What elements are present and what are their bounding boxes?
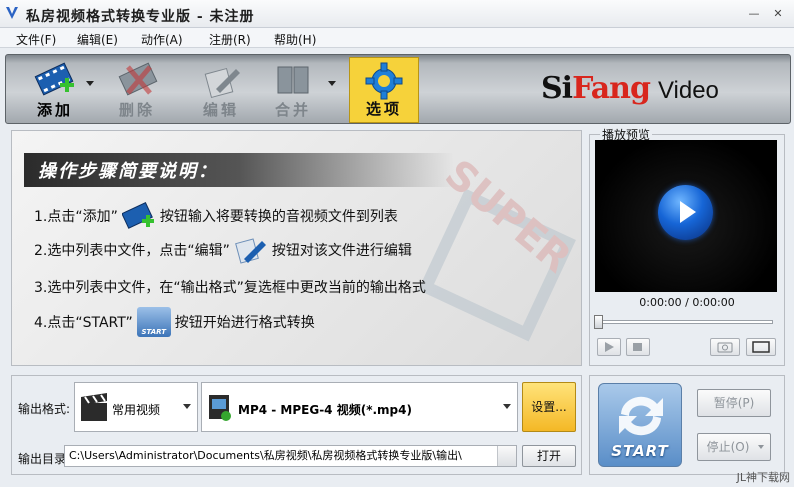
start-label: START <box>611 442 669 460</box>
corner-watermark: JL神下载网 <box>736 471 790 484</box>
open-dir-button[interactable]: 打开 <box>522 445 576 467</box>
step-3-text: 3.选中列表中文件，在“输出格式”复选框中更改当前的输出格式 <box>34 280 426 296</box>
step-1-text-a: 1.点击“添加” <box>34 209 118 225</box>
step-4: 4.点击“START” START 按钮开始进行格式转换 <box>34 307 315 337</box>
stop-preview-button[interactable] <box>626 338 650 356</box>
menu-edit[interactable]: 编辑(E) <box>77 31 118 48</box>
delete-label: 删除 <box>118 101 155 119</box>
menu-file[interactable]: 文件(F) <box>16 31 56 48</box>
pause-button[interactable]: 暂停(P) <box>697 389 771 417</box>
edit-pen-icon <box>204 67 240 99</box>
menu-bar: 文件(F) 编辑(E) 动作(A) 注册(R) 帮助(H) <box>0 28 794 48</box>
mp4-file-icon <box>209 395 231 421</box>
close-button[interactable]: ✕ <box>768 6 788 22</box>
video-screen[interactable] <box>595 140 777 292</box>
start-small-icon: START <box>136 307 171 337</box>
play-button[interactable] <box>597 338 621 356</box>
step-4-text-b: 按钮开始进行格式转换 <box>174 315 315 331</box>
convert-arrows-icon <box>619 396 663 436</box>
window-title: 私房视频格式转换专业版 - 未注册 <box>26 9 255 25</box>
logo-fang: Fang <box>572 71 651 106</box>
minimize-button[interactable]: — <box>744 6 764 22</box>
start-button[interactable]: START <box>598 383 682 467</box>
browse-dir-button[interactable] <box>497 446 516 466</box>
step-1-text-b: 按钮输入将要转换的音视频文件到列表 <box>159 209 398 225</box>
options-label: 选项 <box>365 100 402 118</box>
merge-button[interactable]: 合并 <box>258 57 328 123</box>
settings-button[interactable]: 设置... <box>522 382 576 432</box>
chevron-down-icon <box>503 404 511 409</box>
edit-pen-small-icon <box>234 235 268 265</box>
instructions-panel: SUPER 操作步骤简要说明： 1.点击“添加” 按钮输入将要转换的音视频文件到… <box>11 130 582 366</box>
play-icon[interactable] <box>658 185 713 240</box>
step-2: 2.选中列表中文件，点击“编辑” 按钮对该文件进行编辑 <box>34 235 412 265</box>
fullscreen-button[interactable] <box>746 338 776 356</box>
output-format-label: 输出格式: <box>18 402 71 416</box>
add-dropdown-icon[interactable] <box>86 81 94 86</box>
stop-small-icon <box>633 343 642 351</box>
clapperboard-icon <box>81 393 107 421</box>
fullscreen-icon <box>752 341 770 353</box>
step-3: 3.选中列表中文件，在“输出格式”复选框中更改当前的输出格式 <box>34 277 426 297</box>
add-film-small-icon <box>121 201 156 231</box>
step-2-text-b: 按钮对该文件进行编辑 <box>271 243 412 259</box>
title-bar: 私房视频格式转换专业版 - 未注册 — ✕ <box>0 0 794 28</box>
options-gear-icon <box>365 62 403 100</box>
output-dir-input[interactable]: C:\Users\Administrator\Documents\私房视频\私房… <box>64 445 517 467</box>
options-button[interactable]: 选项 <box>349 57 419 123</box>
output-dir-label: 输出目录: <box>18 452 71 466</box>
play-small-icon <box>605 342 614 352</box>
chevron-down-icon <box>183 404 191 409</box>
delete-film-icon <box>118 62 158 96</box>
app-logo-icon <box>6 7 18 19</box>
add-button[interactable]: 添加 <box>20 57 90 123</box>
edit-button[interactable]: 编辑 <box>186 57 256 123</box>
merge-label: 合并 <box>274 101 311 119</box>
menu-action[interactable]: 动作(A) <box>141 31 183 48</box>
logo-si: Si <box>541 71 573 106</box>
steps-title: 操作步骤简要说明： <box>38 161 218 182</box>
format-select[interactable]: MP4 - MPEG-4 视频(*.mp4) <box>201 382 518 432</box>
step-2-text-a: 2.选中列表中文件，点击“编辑” <box>34 243 230 259</box>
delete-button[interactable]: 删除 <box>102 57 172 123</box>
merge-dropdown-icon[interactable] <box>328 81 336 86</box>
logo-video: Video <box>657 77 719 104</box>
seek-slider-thumb[interactable] <box>594 315 603 329</box>
edit-label: 编辑 <box>202 101 239 119</box>
start-small-icon-label: START <box>141 328 167 336</box>
add-film-icon <box>34 62 74 96</box>
step-1: 1.点击“添加” 按钮输入将要转换的音视频文件到列表 <box>34 201 398 231</box>
snapshot-button[interactable] <box>710 338 740 356</box>
stop-dropdown-icon[interactable] <box>758 445 764 449</box>
add-label: 添加 <box>36 101 73 119</box>
category-select[interactable]: 常用视频 <box>74 382 198 432</box>
sifang-logo: SiFang Video <box>541 71 719 106</box>
menu-help[interactable]: 帮助(H) <box>274 31 316 48</box>
time-readout: 0:00:00 / 0:00:00 <box>639 296 735 309</box>
stop-label: 停止(O) <box>706 440 750 454</box>
merge-film-icon <box>277 66 309 94</box>
step-4-text-a: 4.点击“START” <box>34 315 133 331</box>
preview-panel: 播放预览 0:00:00 / 0:00:00 <box>589 126 785 366</box>
stop-button[interactable]: 停止(O) <box>697 433 771 461</box>
format-value: MP4 - MPEG-4 视频(*.mp4) <box>238 403 412 417</box>
category-value: 常用视频 <box>112 403 161 417</box>
camera-icon <box>717 342 733 353</box>
menu-register[interactable]: 注册(R) <box>209 31 251 48</box>
seek-slider[interactable] <box>594 315 773 329</box>
toolbar: 添加 删除 编辑 合并 选项 SiFang Video <box>5 54 791 124</box>
